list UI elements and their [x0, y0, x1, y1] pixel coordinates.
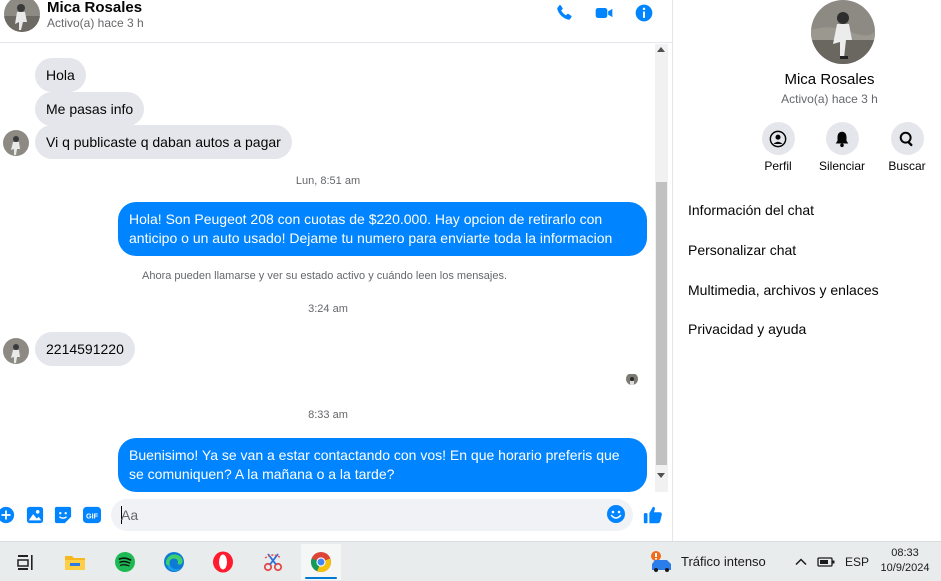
- edge-icon[interactable]: [154, 544, 194, 580]
- search-label: Buscar: [888, 159, 926, 173]
- profile-label: Perfil: [764, 159, 792, 173]
- messenger-window: Mica Rosales Activo(a) hace 3 h Hola Me …: [0, 0, 941, 581]
- contact-status: Activo(a) hace 3 h: [47, 16, 144, 30]
- message-incoming[interactable]: Hola: [35, 58, 86, 92]
- plus-icon[interactable]: [0, 505, 16, 525]
- windows-taskbar: Tráfico intenso ESP 08:33 10/9/2024: [0, 541, 941, 581]
- scroll-thumb[interactable]: [656, 182, 667, 465]
- menu-media-files-links[interactable]: Multimedia, archivos y enlaces: [688, 282, 879, 298]
- battery-icon[interactable]: [814, 544, 838, 580]
- system-clock[interactable]: 08:33 10/9/2024: [872, 546, 938, 576]
- info-icon[interactable]: [633, 2, 655, 24]
- message-scrollbar[interactable]: [655, 44, 668, 492]
- info-contact-name: Mica Rosales: [784, 71, 875, 88]
- timestamp: 8:33 am: [308, 409, 348, 421]
- gif-icon-label: GIF: [86, 512, 99, 521]
- clock-time: 08:33: [891, 547, 919, 559]
- message-incoming[interactable]: Vi q publicaste q daban autos a pagar: [35, 125, 292, 159]
- message-composer: GIF: [0, 492, 672, 541]
- scroll-up-arrow[interactable]: [657, 47, 665, 52]
- contact-avatar-small[interactable]: [3, 338, 29, 364]
- message-incoming[interactable]: 2214591220: [35, 332, 135, 366]
- emoji-icon[interactable]: [606, 504, 628, 526]
- chrome-icon[interactable]: [301, 544, 341, 580]
- message-input[interactable]: [121, 505, 601, 525]
- contact-avatar-large[interactable]: [811, 0, 875, 64]
- chat-header: Mica Rosales Activo(a) hace 3 h: [0, 0, 672, 43]
- spotify-icon[interactable]: [105, 544, 145, 580]
- sticker-icon[interactable]: [53, 505, 73, 525]
- phone-icon[interactable]: [553, 2, 575, 24]
- system-notice: Ahora pueden llamarse y ver su estado ac…: [142, 270, 508, 282]
- message-list[interactable]: Hola Me pasas info Vi q publicaste q dab…: [0, 44, 656, 492]
- task-view-icon[interactable]: [5, 544, 45, 580]
- menu-chat-info[interactable]: Información del chat: [688, 202, 814, 218]
- language-indicator[interactable]: ESP: [845, 555, 869, 569]
- profile-button[interactable]: Perfil: [748, 122, 808, 173]
- chat-info-panel: Mica Rosales Activo(a) hace 3 h Perfil S…: [673, 0, 941, 541]
- image-icon[interactable]: [25, 505, 45, 525]
- read-receipt-avatar: [626, 373, 638, 385]
- menu-customize-chat[interactable]: Personalizar chat: [688, 242, 796, 258]
- file-explorer-icon[interactable]: [55, 544, 95, 580]
- info-contact-status: Activo(a) hace 3 h: [781, 92, 878, 106]
- video-camera-icon[interactable]: [593, 2, 615, 24]
- message-outgoing[interactable]: Buenisimo! Ya se van a estar contactando…: [118, 438, 647, 492]
- traffic-car-icon[interactable]: [644, 544, 678, 580]
- chevron-up-icon[interactable]: [790, 544, 812, 580]
- opera-icon[interactable]: [203, 544, 243, 580]
- mute-button[interactable]: Silenciar: [812, 122, 872, 173]
- thumbs-up-icon[interactable]: [641, 503, 665, 527]
- timestamp: 3:24 am: [308, 303, 348, 315]
- bell-icon[interactable]: [825, 122, 859, 155]
- profile-icon[interactable]: [761, 122, 795, 155]
- search-button[interactable]: Buscar: [877, 122, 937, 173]
- message-incoming[interactable]: Me pasas info: [35, 92, 145, 126]
- mute-label: Silenciar: [818, 159, 866, 173]
- chat-pane: Mica Rosales Activo(a) hace 3 h Hola Me …: [0, 0, 672, 541]
- timestamp: Lun, 8:51 am: [295, 175, 361, 187]
- contact-avatar[interactable]: [4, 0, 40, 32]
- search-icon[interactable]: [890, 122, 924, 155]
- menu-privacy-help[interactable]: Privacidad y ayuda: [688, 321, 806, 337]
- message-outgoing[interactable]: Hola! Son Peugeot 208 con cuotas de $220…: [118, 202, 647, 256]
- clock-date: 10/9/2024: [880, 562, 930, 574]
- message-input-box[interactable]: [111, 499, 633, 531]
- scroll-down-arrow[interactable]: [657, 473, 665, 478]
- weather-widget-text[interactable]: Tráfico intenso: [681, 554, 766, 569]
- gif-icon[interactable]: GIF: [81, 505, 103, 525]
- contact-avatar-small[interactable]: [3, 130, 29, 156]
- contact-name[interactable]: Mica Rosales: [47, 0, 142, 16]
- snipping-tool-icon[interactable]: [253, 544, 293, 580]
